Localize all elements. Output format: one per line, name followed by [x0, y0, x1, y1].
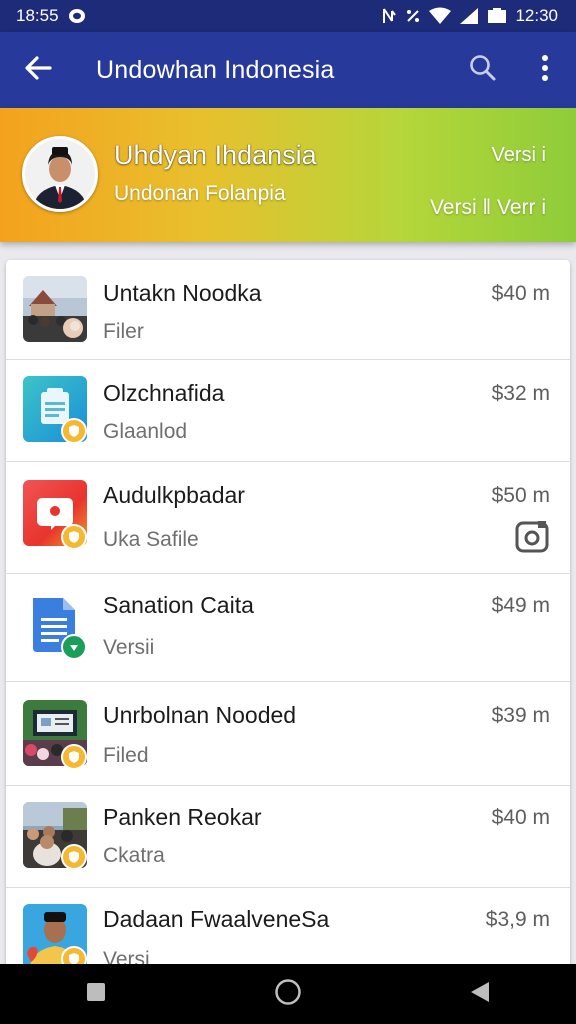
banner-version-top: Versi i — [491, 144, 546, 166]
home-circle-icon — [274, 978, 302, 1011]
wifi-icon — [429, 7, 452, 25]
system-nav-bar — [0, 964, 576, 1024]
avatar[interactable] — [22, 136, 98, 212]
list-item-price: $40 m — [491, 806, 550, 829]
shield-badge-icon — [61, 418, 87, 444]
list-item-name: Dadaan FwaalveneSa — [103, 906, 330, 932]
sync-icon — [67, 6, 87, 26]
photo-crowd-icon — [23, 276, 87, 342]
list-item-price: $39 m — [491, 704, 550, 727]
list-item-subtitle: Ckatra — [103, 844, 165, 867]
list-item-price: $32 m — [491, 382, 550, 405]
signal-icon — [459, 7, 479, 25]
profile-banner: Uhdyan Ihdansia Undonan Folanpia Versi i… — [0, 108, 576, 242]
app-title: Undowhan Indonesia — [96, 55, 335, 84]
list-item-name: Panken Reokar — [103, 804, 262, 830]
list-item-price: $50 m — [491, 484, 550, 507]
check-badge-icon — [61, 634, 87, 660]
camera-icon[interactable] — [514, 518, 550, 559]
list-item-name: Unrbolnan Nooded — [103, 702, 297, 728]
home-button[interactable] — [248, 964, 328, 1024]
list-item-subtitle: Versii — [103, 636, 155, 659]
list-item-name: Audulkpbadar — [103, 482, 245, 508]
banner-subtitle: Undonan Folanpia — [114, 182, 286, 205]
search-icon — [469, 54, 497, 87]
recents-square-icon — [85, 981, 107, 1008]
banner-name: Uhdyan Ihdansia — [114, 140, 317, 170]
item-list: Untakn Noodka Filer $40 m Olzchnafida Gl… — [6, 260, 570, 980]
list-item-subtitle: Glaanlod — [103, 420, 188, 443]
recents-button[interactable] — [56, 964, 136, 1024]
app-bar: Undowhan Indonesia — [0, 32, 576, 108]
vibrate-icon — [405, 8, 421, 24]
list-item-subtitle: Uka Safile — [103, 528, 199, 551]
list-item-price: $3,9 m — [485, 908, 550, 931]
shield-badge-icon — [61, 744, 87, 770]
shield-badge-icon — [61, 524, 87, 550]
nfc-icon — [381, 7, 397, 25]
more-vert-icon — [541, 54, 549, 86]
back-button[interactable] — [0, 32, 76, 108]
list-item-name: Untakn Noodka — [103, 280, 262, 306]
list-item[interactable]: Olzchnafida Glaanlod $32 m — [6, 360, 570, 462]
back-triangle-icon — [469, 980, 491, 1009]
list-item[interactable]: Panken Reokar Ckatra $40 m — [6, 786, 570, 888]
more-options-button[interactable] — [514, 32, 576, 108]
list-item[interactable]: Sanation Caita Versii $49 m — [6, 574, 570, 682]
list-item-subtitle: Filed — [103, 744, 149, 767]
shield-badge-icon — [61, 844, 87, 870]
back-arrow-icon — [24, 54, 52, 87]
list-item[interactable]: Unrbolnan Nooded Filed $39 m — [6, 682, 570, 786]
list-item-subtitle: Filer — [103, 320, 144, 343]
system-back-button[interactable] — [440, 964, 520, 1024]
status-time-right: 12:30 — [515, 6, 558, 25]
list-item-price: $49 m — [491, 594, 550, 617]
list-item[interactable]: Audulkpbadar Uka Safile $50 m — [6, 462, 570, 574]
battery-icon — [487, 7, 507, 25]
list-item-name: Sanation Caita — [103, 592, 254, 618]
status-time-left: 18:55 — [16, 6, 59, 25]
status-bar: 18:55 12:30 — [0, 0, 576, 32]
banner-version-bottom: Versi ‖ Verr i — [429, 196, 546, 219]
list-item-price: $40 m — [491, 282, 550, 305]
list-item-name: Olzchnafida — [103, 380, 225, 406]
list-item[interactable]: Untakn Noodka Filer $40 m — [6, 260, 570, 360]
search-button[interactable] — [452, 32, 514, 108]
